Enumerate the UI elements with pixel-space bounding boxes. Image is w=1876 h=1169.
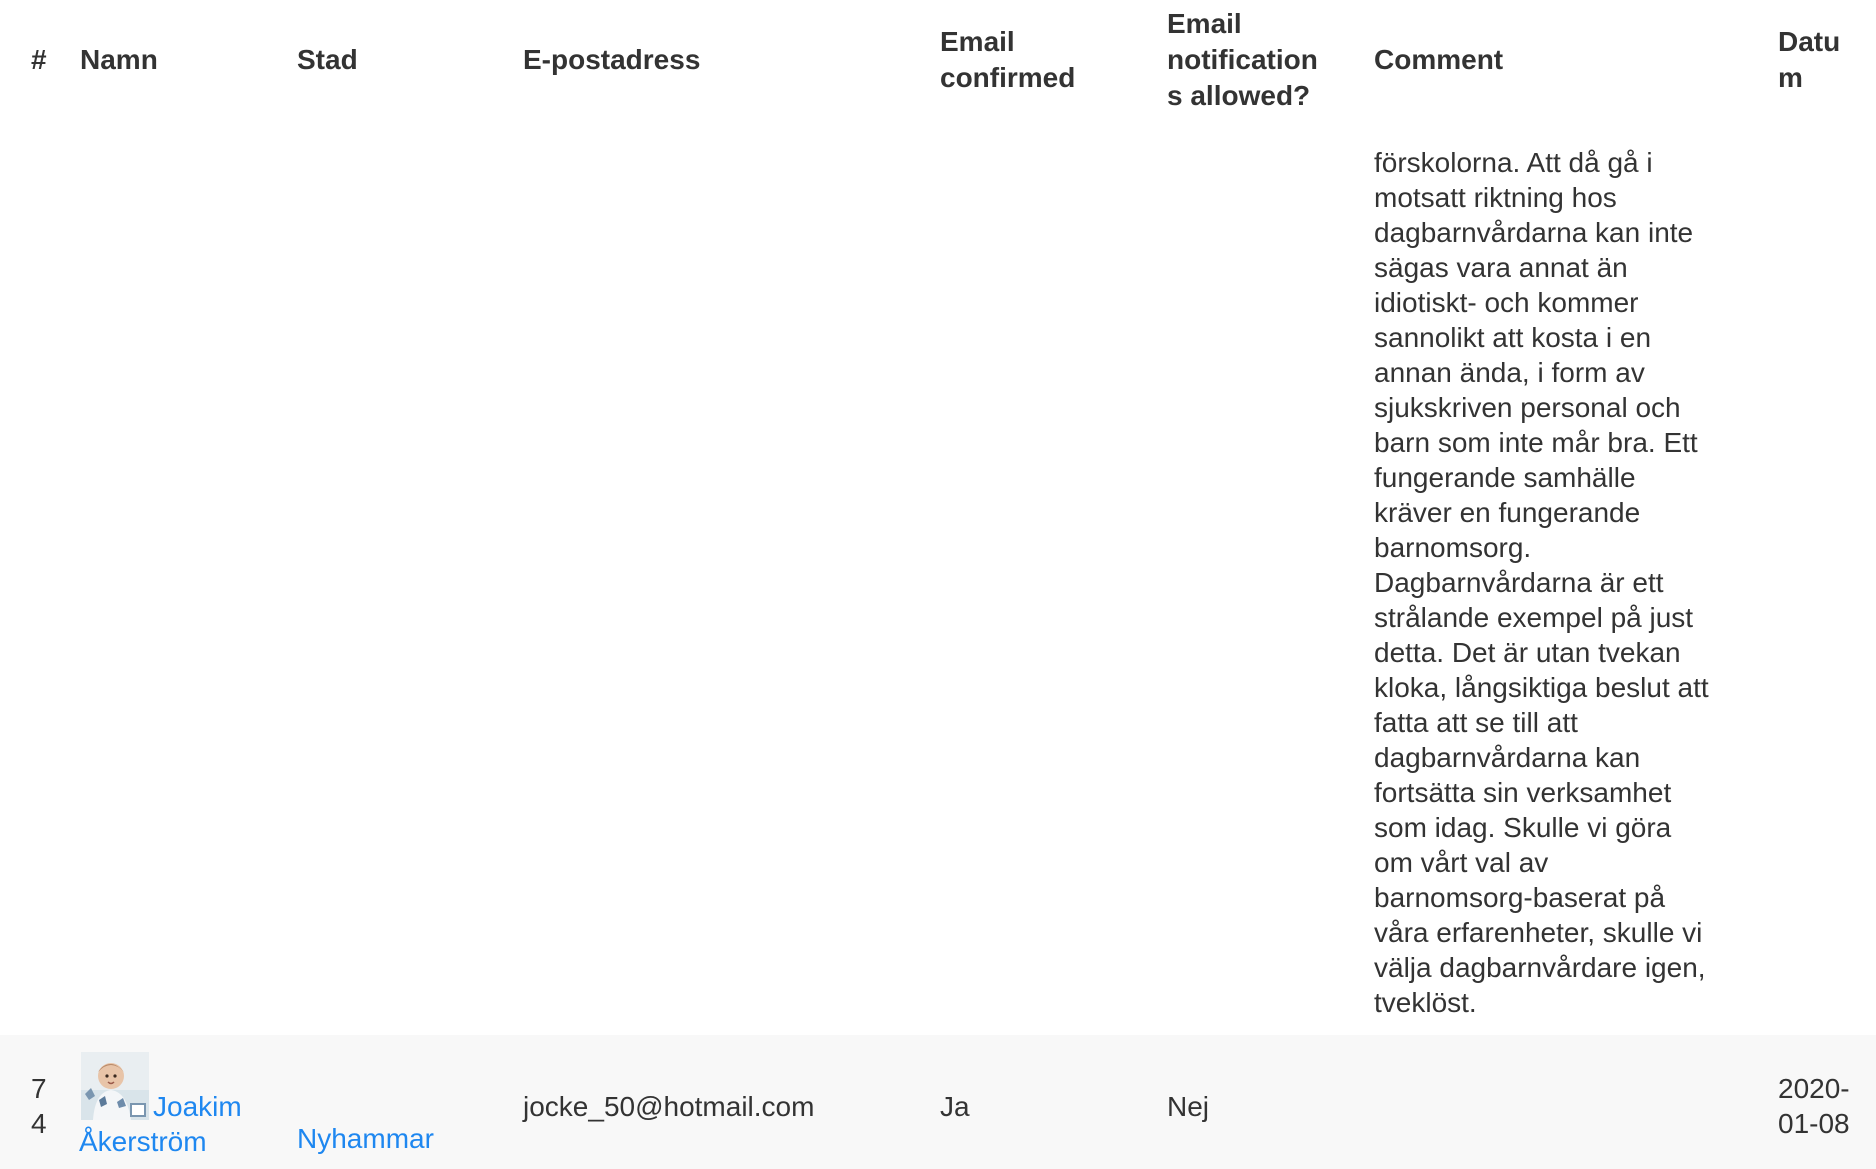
- column-header-email-confirmed: Email confirmed: [940, 26, 1076, 93]
- column-header-number: #: [31, 44, 47, 75]
- signatures-table: # Namn Stad E-postadress Email confirmed…: [0, 0, 1876, 1169]
- column-header-email: E-postadress: [523, 44, 701, 75]
- email-address: jocke_50@hotmail.com: [523, 1091, 815, 1122]
- date-value: 2020- 01-08: [1778, 1073, 1850, 1139]
- user-name-link[interactable]: Joakim Åkerström: [79, 1089, 242, 1159]
- column-header-notifications: Email notification s allowed?: [1167, 8, 1318, 111]
- column-header-city: Stad: [297, 44, 358, 75]
- email-confirmed-value: Ja: [940, 1091, 970, 1122]
- column-header-comment: Comment: [1374, 44, 1504, 75]
- notifications-allowed-value: Nej: [1167, 1091, 1210, 1122]
- city-link[interactable]: Nyhammar: [297, 1121, 434, 1156]
- column-header-date: Datu m: [1778, 26, 1841, 93]
- column-header-name: Namn: [80, 44, 158, 75]
- table-row: 7 4 Joakim Åkerström Nyhammar jocke_50@h…: [0, 1035, 1876, 1169]
- row-number: 7 4: [31, 1073, 47, 1139]
- previous-row-comment: förskolorna. Att då gå i motsatt riktnin…: [1374, 147, 1709, 1018]
